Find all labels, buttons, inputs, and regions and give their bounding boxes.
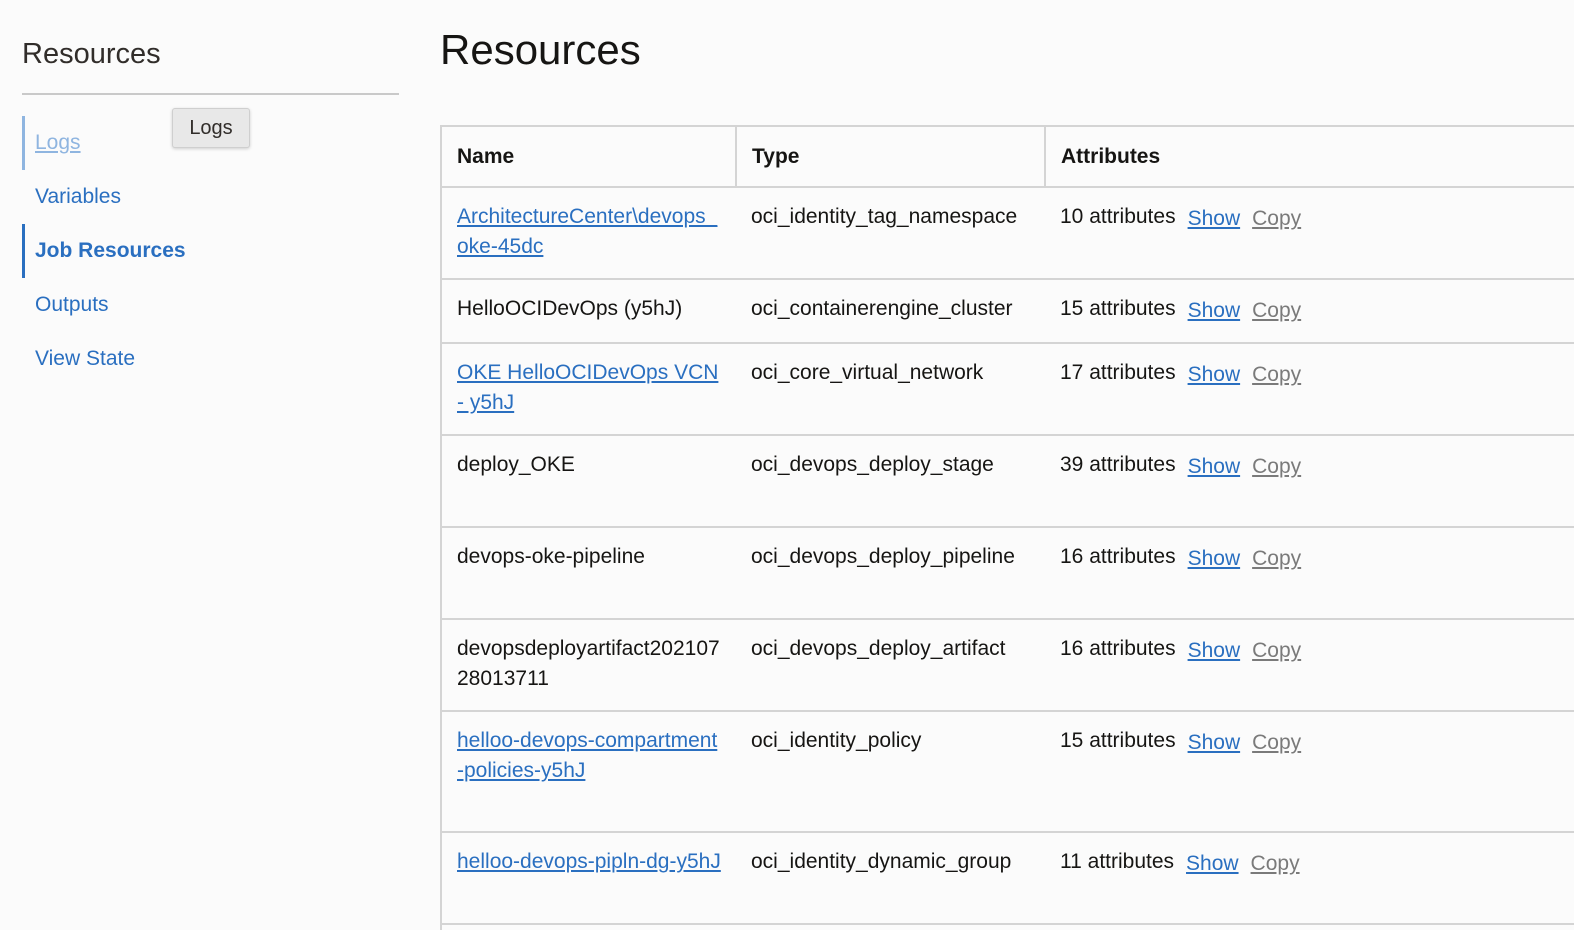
column-header-type[interactable]: Type — [736, 127, 1046, 188]
attribute-count: 17 attributes — [1060, 361, 1176, 384]
show-attributes-link[interactable]: Show — [1188, 639, 1241, 662]
sidebar-item-label[interactable]: Outputs — [35, 293, 109, 317]
column-header-name[interactable]: Name — [442, 127, 737, 188]
cell-attributes: 39 attributes Show Copy — [1045, 435, 1574, 528]
copy-attributes-link[interactable]: Copy — [1252, 299, 1301, 322]
attribute-count: 15 attributes — [1060, 297, 1176, 320]
table-header: Name Type Attributes — [442, 127, 1574, 188]
cell-type: oci_identity_tag_namespace — [736, 187, 1045, 280]
resources-table: Name Type Attributes ArchitectureCenter\… — [440, 125, 1574, 930]
copy-attributes-link[interactable]: Copy — [1252, 731, 1301, 754]
resource-name-link[interactable]: OKE HelloOCIDevOps VCN - y5hJ — [457, 361, 718, 414]
copy-attributes-link[interactable]: Copy — [1251, 852, 1300, 875]
show-attributes-link[interactable]: Show — [1188, 363, 1241, 386]
sidebar-item-view-state[interactable]: View State — [22, 332, 322, 386]
table-row: devopsdeployartifact20210728013711 oci_d… — [442, 619, 1574, 712]
sidebar-title: Resources — [22, 38, 161, 70]
logs-tooltip: Logs — [172, 108, 250, 148]
copy-attributes-link[interactable]: Copy — [1252, 547, 1301, 570]
attribute-count: 10 attributes — [1060, 205, 1176, 228]
attribute-count: 16 attributes — [1060, 545, 1176, 568]
sidebar-item-outputs[interactable]: Outputs — [22, 278, 322, 332]
table-body: ArchitectureCenter\devops_oke-45dc oci_i… — [442, 187, 1574, 925]
resource-name-link[interactable]: helloo-devops-pipln-dg-y5hJ — [457, 850, 721, 873]
cell-type: oci_devops_deploy_pipeline — [736, 527, 1045, 620]
cell-name: ArchitectureCenter\devops_oke-45dc — [442, 187, 736, 280]
resource-name-link[interactable]: ArchitectureCenter\devops_oke-45dc — [457, 205, 717, 258]
sidebar-item-label[interactable]: Logs — [35, 131, 81, 155]
cell-name: helloo-devops-compartment-policies-y5hJ — [442, 711, 736, 833]
cell-name: devops-oke-pipeline — [442, 527, 736, 620]
cell-attributes: 16 attributes Show Copy — [1045, 527, 1574, 620]
sidebar-item-job-resources[interactable]: Job Resources — [22, 224, 322, 278]
copy-attributes-link[interactable]: Copy — [1252, 639, 1301, 662]
attribute-count: 16 attributes — [1060, 637, 1176, 660]
table-row: helloo-devops-compartment-policies-y5hJ … — [442, 711, 1574, 833]
sidebar-item-label[interactable]: Job Resources — [35, 239, 186, 263]
show-attributes-link[interactable]: Show — [1186, 852, 1239, 875]
cell-attributes: 16 attributes Show Copy — [1045, 619, 1574, 712]
attribute-count: 15 attributes — [1060, 729, 1176, 752]
cell-attributes: 11 attributes Show Copy — [1045, 832, 1574, 925]
cell-name: deploy_OKE — [442, 435, 736, 528]
page-title: Resources — [440, 26, 641, 73]
copy-attributes-link[interactable]: Copy — [1252, 363, 1301, 386]
resource-name-link[interactable]: helloo-devops-compartment-policies-y5hJ — [457, 729, 717, 782]
cell-name: helloo-devops-pipln-dg-y5hJ — [442, 832, 736, 925]
show-attributes-link[interactable]: Show — [1188, 207, 1241, 230]
attribute-count: 39 attributes — [1060, 453, 1176, 476]
cell-type: oci_identity_dynamic_group — [736, 832, 1045, 925]
table-row: OKE HelloOCIDevOps VCN - y5hJ oci_core_v… — [442, 343, 1574, 436]
page: Resources Logs Variables Job Resources O… — [0, 0, 1574, 930]
cell-attributes: 10 attributes Show Copy — [1045, 187, 1574, 280]
attribute-count: 11 attributes — [1060, 850, 1175, 873]
sidebar-item-variables[interactable]: Variables — [22, 170, 322, 224]
copy-attributes-link[interactable]: Copy — [1252, 455, 1301, 478]
cell-attributes: 15 attributes Show Copy — [1045, 711, 1574, 833]
cell-type: oci_devops_deploy_stage — [736, 435, 1045, 528]
column-header-attributes[interactable]: Attributes — [1045, 127, 1574, 188]
sidebar-item-label[interactable]: Variables — [35, 185, 121, 209]
cell-name: OKE HelloOCIDevOps VCN - y5hJ — [442, 343, 736, 436]
show-attributes-link[interactable]: Show — [1188, 547, 1241, 570]
cell-attributes: 17 attributes Show Copy — [1045, 343, 1574, 436]
sidebar-item-indicator — [22, 116, 25, 170]
cell-type: oci_core_virtual_network — [736, 343, 1045, 436]
table-row: ArchitectureCenter\devops_oke-45dc oci_i… — [442, 187, 1574, 280]
sidebar-item-label[interactable]: View State — [35, 347, 135, 371]
copy-attributes-link[interactable]: Copy — [1252, 207, 1301, 230]
resources-table-grid: Name Type Attributes ArchitectureCenter\… — [442, 127, 1574, 925]
cell-name: devopsdeployartifact20210728013711 — [442, 619, 736, 712]
show-attributes-link[interactable]: Show — [1188, 455, 1241, 478]
cell-type: oci_containerengine_cluster — [736, 279, 1045, 344]
cell-name: HelloOCIDevOps (y5hJ) — [442, 279, 736, 344]
sidebar-item-indicator — [22, 332, 25, 386]
table-header-row: Name Type Attributes — [442, 127, 1574, 188]
sidebar-item-indicator — [22, 224, 25, 278]
table-row: deploy_OKE oci_devops_deploy_stage 39 at… — [442, 435, 1574, 528]
sidebar-item-indicator — [22, 170, 25, 224]
sidebar-item-indicator — [22, 278, 25, 332]
table-row: devops-oke-pipeline oci_devops_deploy_pi… — [442, 527, 1574, 620]
cell-attributes: 15 attributes Show Copy — [1045, 279, 1574, 344]
cell-type: oci_devops_deploy_artifact — [736, 619, 1045, 712]
cell-type: oci_identity_policy — [736, 711, 1045, 833]
table-row: helloo-devops-pipln-dg-y5hJ oci_identity… — [442, 832, 1574, 925]
sidebar-divider — [22, 93, 399, 95]
show-attributes-link[interactable]: Show — [1188, 731, 1241, 754]
show-attributes-link[interactable]: Show — [1188, 299, 1241, 322]
table-row: HelloOCIDevOps (y5hJ) oci_containerengin… — [442, 279, 1574, 344]
